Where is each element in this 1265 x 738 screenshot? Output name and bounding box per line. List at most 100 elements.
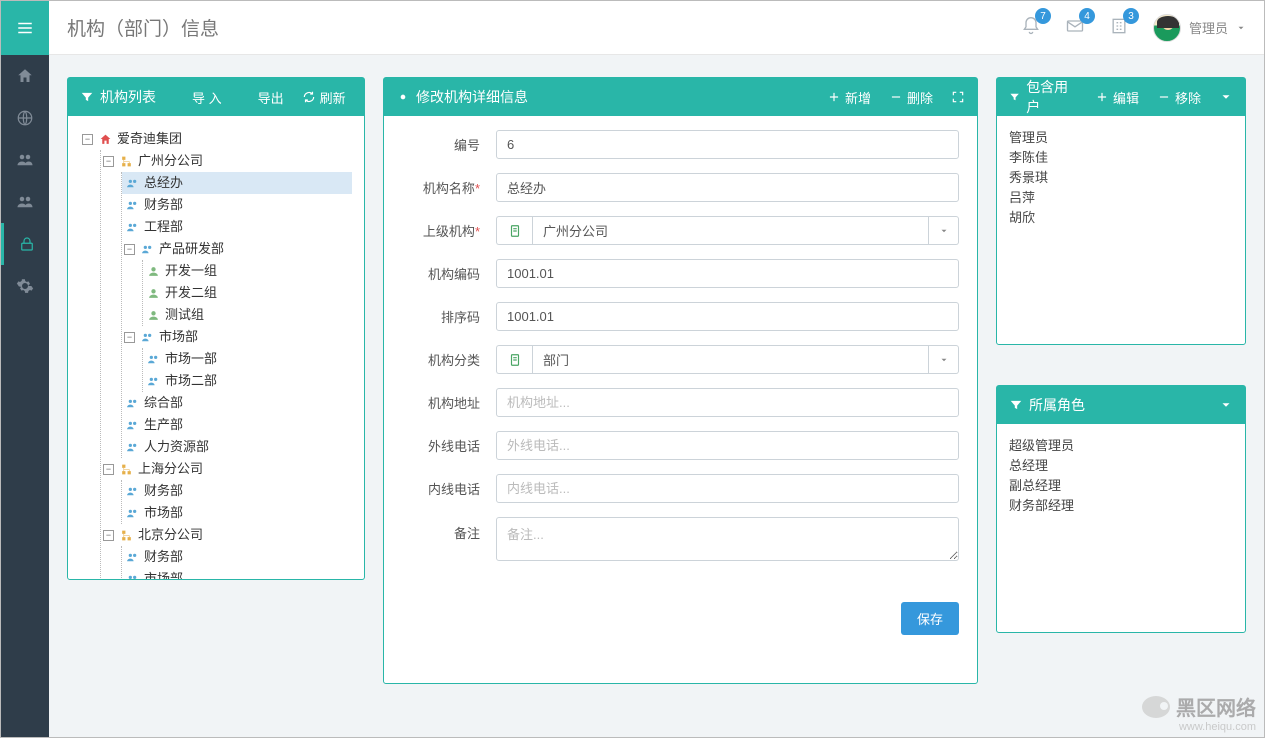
fullscreen-button[interactable] xyxy=(951,90,965,104)
tree-node[interactable]: 财务部 xyxy=(122,546,352,568)
tree-node[interactable]: 人力资源部 xyxy=(122,436,352,458)
tree-node[interactable]: 市场部 xyxy=(122,502,352,524)
nav-globe[interactable] xyxy=(1,97,49,139)
notif-bell[interactable]: 7 xyxy=(1021,16,1041,39)
tree-node[interactable]: 总经办 xyxy=(122,172,352,194)
tree-toggle[interactable]: − xyxy=(103,464,114,475)
tree-toggle[interactable]: − xyxy=(124,332,135,343)
tree-toggle[interactable]: − xyxy=(103,530,114,541)
document-icon xyxy=(508,353,522,367)
import-icon xyxy=(174,90,188,104)
save-button[interactable]: 保存 xyxy=(901,602,959,635)
detail-form: 编号 机构名称* 上级机构* 机构编码 排序码 机构分类 机构地址 外线电话 内… xyxy=(384,116,977,683)
panel-header: 所属角色 xyxy=(997,386,1245,424)
list-item[interactable]: 吕萍 xyxy=(1009,188,1233,208)
tree-node[interactable]: 综合部 xyxy=(122,392,352,414)
tree-node[interactable]: 生产部 xyxy=(122,414,352,436)
ico-users-icon xyxy=(124,485,140,498)
roles-list: 超级管理员总经理副总经理财务部经理 xyxy=(997,424,1245,632)
notif-mail[interactable]: 4 xyxy=(1065,16,1085,39)
tree-node[interactable]: −上海分公司 xyxy=(101,458,352,480)
remark-field[interactable] xyxy=(496,517,959,561)
chevron-down-icon xyxy=(1236,23,1246,33)
ico-users-icon xyxy=(124,199,140,212)
chevron-down-icon xyxy=(1219,90,1233,104)
nav-lock[interactable] xyxy=(1,223,49,265)
tree-toggle[interactable]: − xyxy=(82,134,93,145)
sort-field[interactable] xyxy=(496,302,959,331)
refresh-button[interactable]: 刷新 xyxy=(302,88,346,107)
collapse-button[interactable] xyxy=(1219,398,1233,412)
tree-toggle[interactable]: − xyxy=(124,244,135,255)
ico-org-icon xyxy=(118,155,134,168)
tree-node[interactable]: 市场二部 xyxy=(143,370,352,392)
list-item[interactable]: 管理员 xyxy=(1009,128,1233,148)
users-icon xyxy=(16,193,34,211)
ico-users-icon xyxy=(124,419,140,432)
code-field[interactable] xyxy=(496,259,959,288)
content-area: 机构列表 导 入 导出 刷新 −爱奇迪集团 −广州分公司 总经办财务部工程部 −… xyxy=(49,55,1264,737)
tree-node[interactable]: 财务部 xyxy=(122,194,352,216)
users-list: 管理员李陈佳秀景琪吕萍胡欣 xyxy=(997,116,1245,344)
label-phone-in: 内线电话 xyxy=(402,479,496,498)
tree-node[interactable]: 测试组 xyxy=(143,304,352,326)
parent-dropdown-button[interactable] xyxy=(929,216,959,245)
lock-icon xyxy=(18,235,36,253)
category-lookup-button[interactable] xyxy=(496,345,532,374)
tree-node[interactable]: −产品研发部 xyxy=(122,238,352,260)
add-button[interactable]: 新增 xyxy=(827,88,871,107)
ico-users-icon xyxy=(124,221,140,234)
tree-node[interactable]: 开发一组 xyxy=(143,260,352,282)
tree-toggle[interactable]: − xyxy=(103,156,114,167)
parent-lookup-button[interactable] xyxy=(496,216,532,245)
collapse-button[interactable] xyxy=(1219,90,1233,104)
tree-node[interactable]: 开发二组 xyxy=(143,282,352,304)
list-item[interactable]: 秀景琪 xyxy=(1009,168,1233,188)
tree-node[interactable]: −北京分公司 xyxy=(101,524,352,546)
tree-node[interactable]: 财务部 xyxy=(122,480,352,502)
nav-users2[interactable] xyxy=(1,181,49,223)
right-column: 包含用户 编辑 移除 管理员李陈佳秀景琪吕萍胡欣 所属角色 超级管理员总经理副总… xyxy=(996,77,1246,715)
side-nav xyxy=(1,1,49,737)
ico-users-icon xyxy=(124,507,140,520)
tree-node[interactable]: −市场部 xyxy=(122,326,352,348)
hamburger-icon xyxy=(16,19,34,37)
edit-button[interactable]: 编辑 xyxy=(1095,88,1139,107)
delete-button[interactable]: 删除 xyxy=(889,88,933,107)
list-item[interactable]: 胡欣 xyxy=(1009,208,1233,228)
notif-building[interactable]: 3 xyxy=(1109,16,1129,39)
address-field[interactable] xyxy=(496,388,959,417)
name-field[interactable] xyxy=(496,173,959,202)
panel-title: 包含用户 xyxy=(1026,77,1071,117)
list-item[interactable]: 超级管理员 xyxy=(1009,436,1233,456)
parent-field[interactable] xyxy=(532,216,929,245)
tree-node[interactable]: −爱奇迪集团 xyxy=(80,128,352,150)
ico-users-icon xyxy=(139,243,155,256)
list-item[interactable]: 李陈佳 xyxy=(1009,148,1233,168)
minus-icon xyxy=(889,90,903,104)
category-field[interactable] xyxy=(532,345,929,374)
list-item[interactable]: 财务部经理 xyxy=(1009,496,1233,516)
nav-users1[interactable] xyxy=(1,139,49,181)
label-phone-out: 外线电话 xyxy=(402,436,496,455)
menu-toggle-button[interactable] xyxy=(1,1,49,55)
home-icon xyxy=(16,67,34,85)
list-item[interactable]: 总经理 xyxy=(1009,456,1233,476)
user-menu[interactable]: 管理员 xyxy=(1153,14,1246,42)
nav-settings[interactable] xyxy=(1,265,49,307)
tree-node[interactable]: 工程部 xyxy=(122,216,352,238)
nav-home[interactable] xyxy=(1,55,49,97)
export-button[interactable]: 导出 xyxy=(240,88,284,107)
tree-node[interactable]: −广州分公司 xyxy=(101,150,352,172)
top-bar: 机构（部门）信息 7 4 3 管理员 xyxy=(49,1,1264,55)
id-field[interactable] xyxy=(496,130,959,159)
list-item[interactable]: 副总经理 xyxy=(1009,476,1233,496)
tree-node[interactable]: 市场一部 xyxy=(143,348,352,370)
category-dropdown-button[interactable] xyxy=(929,345,959,374)
phone-out-field[interactable] xyxy=(496,431,959,460)
phone-in-field[interactable] xyxy=(496,474,959,503)
tree-node[interactable]: 市场部 xyxy=(122,568,352,579)
import-button[interactable]: 导 入 xyxy=(174,88,222,107)
remove-button[interactable]: 移除 xyxy=(1157,88,1201,107)
users-panel: 包含用户 编辑 移除 管理员李陈佳秀景琪吕萍胡欣 xyxy=(996,77,1246,345)
